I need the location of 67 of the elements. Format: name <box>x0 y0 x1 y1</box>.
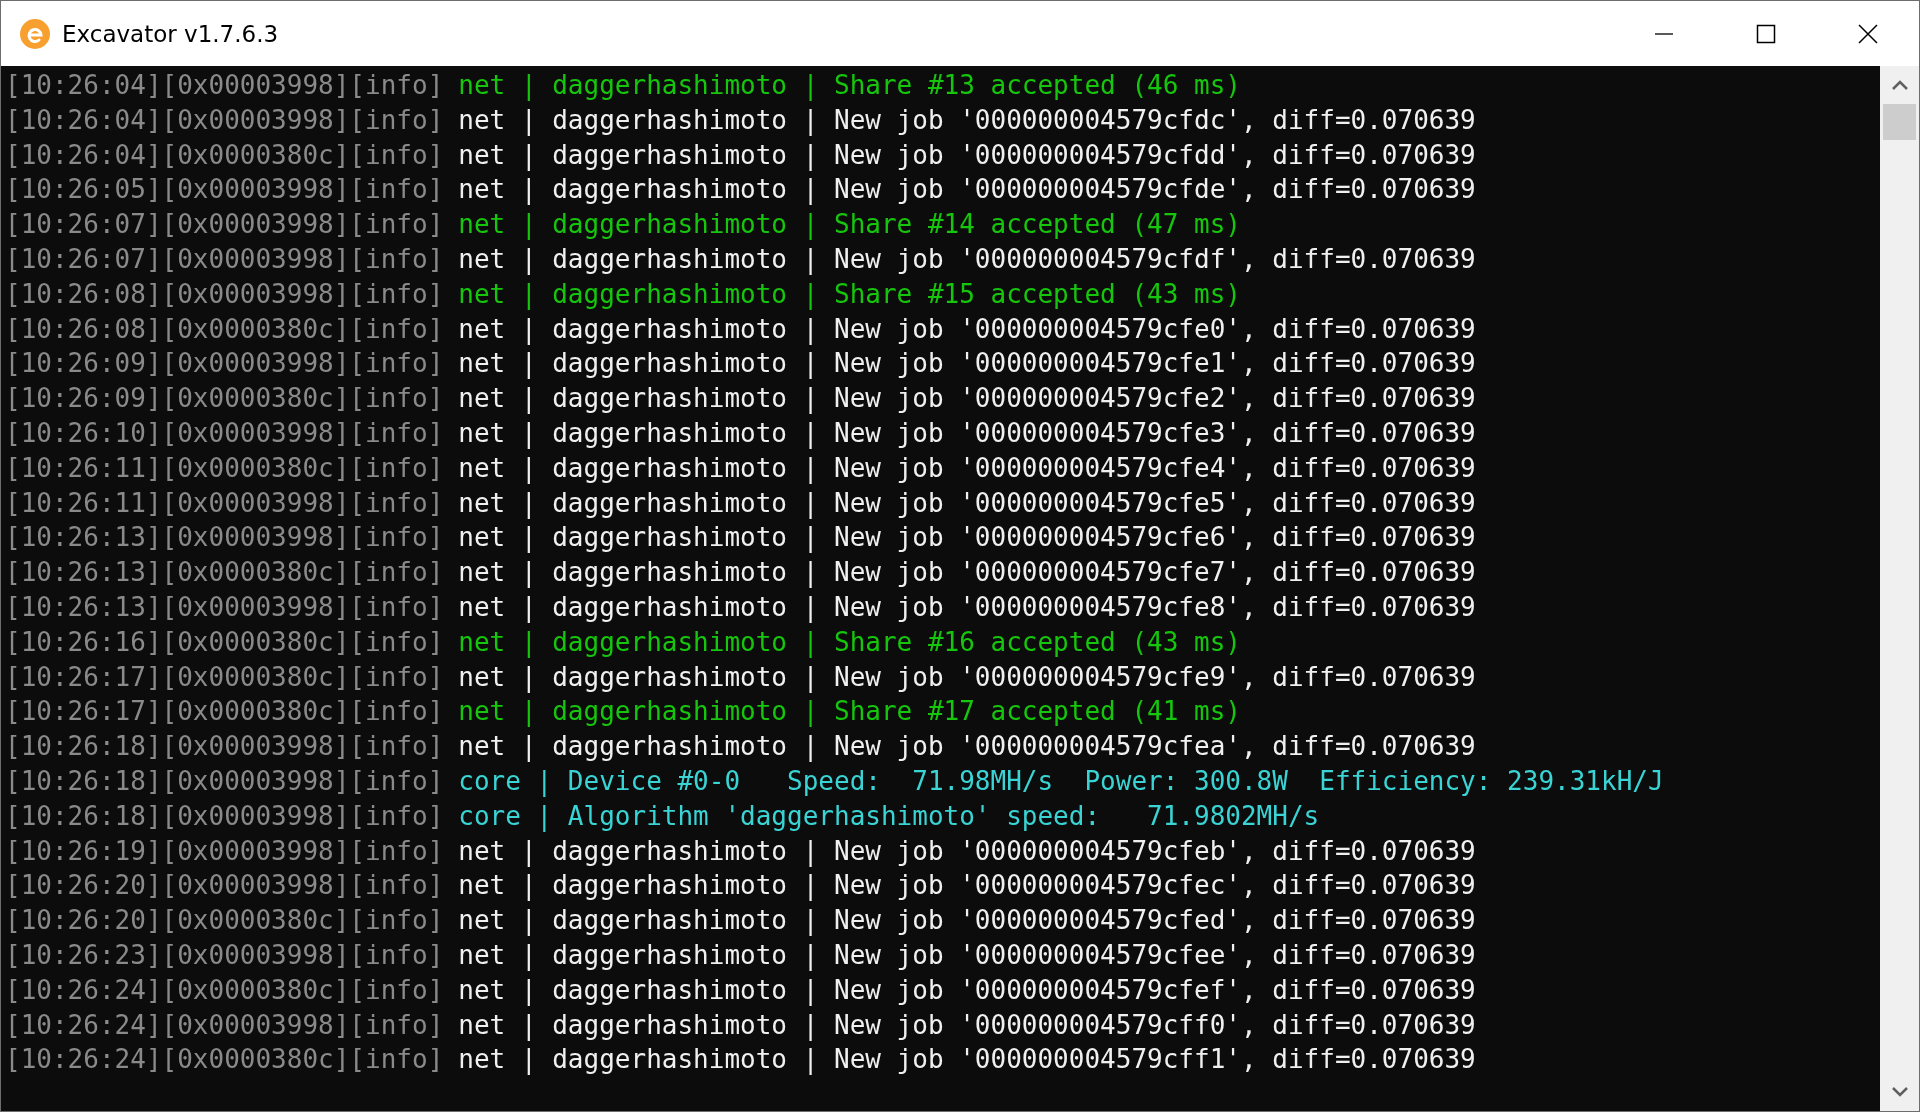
log-prefix: [10:26:13][0x0000380c][info] <box>5 556 444 590</box>
log-message: net | daggerhashimoto | New job '000000004579cfed', diff=0.070639 <box>458 904 1476 938</box>
log-prefix: [10:26:11][0x0000380c][info] <box>5 451 444 485</box>
log-prefix: [10:26:18][0x00003998][info] <box>5 764 444 798</box>
log-message: net | daggerhashimoto | New job '000000004579cfec', diff=0.070639 <box>458 869 1476 903</box>
log-prefix: [10:26:04][0x00003998][info] <box>5 69 444 102</box>
log-message: net | daggerhashimoto | Share #13 accepted (46 ms) <box>458 69 1241 103</box>
scroll-down-icon[interactable] <box>1891 1087 1908 1097</box>
log-prefix: [10:26:24][0x00003998][info] <box>5 1008 444 1042</box>
log-prefix: [10:26:13][0x00003998][info] <box>5 521 444 555</box>
log-prefix: [10:26:24][0x0000380c][info] <box>5 973 444 1007</box>
log-prefix: [10:26:18][0x00003998][info] <box>5 799 444 833</box>
log-prefix: [10:26:13][0x00003998][info] <box>5 590 444 624</box>
log-message: net | daggerhashimoto | New job '000000004579cfe1', diff=0.070639 <box>458 347 1476 381</box>
close-icon <box>1858 23 1878 44</box>
log-prefix: [10:26:10][0x00003998][info] <box>5 416 444 450</box>
log-message: net | daggerhashimoto | New job '000000004579cfe5', diff=0.070639 <box>458 486 1476 521</box>
app-logo-icon <box>19 17 51 50</box>
log-message: net | daggerhashimoto | New job '000000004579cfe9', diff=0.070639 <box>458 660 1476 695</box>
log-message: net | daggerhashimoto | New job '000000004579cff0', diff=0.070639 <box>458 1008 1476 1043</box>
log-prefix: [10:26:23][0x00003998][info] <box>5 938 444 972</box>
log-prefix: [10:26:11][0x00003998][info] <box>5 486 444 520</box>
log-prefix: [10:26:09][0x00003998][info] <box>5 347 444 381</box>
log-message: net | daggerhashimoto | New job '000000004579cfe7', diff=0.070639 <box>458 556 1476 590</box>
log-message: net | daggerhashimoto | New job '000000004579cff1', diff=0.070639 <box>458 1043 1476 1077</box>
log-prefix: [10:26:16][0x0000380c][info] <box>5 625 444 659</box>
log-prefix: [10:26:20][0x0000380c][info] <box>5 904 444 938</box>
window-title: Excavator v1.7.6.3 <box>62 20 279 47</box>
log-message: net | daggerhashimoto | New job '000000004579cfe8', diff=0.070639 <box>458 590 1476 625</box>
log-message: net | daggerhashimoto | Share #17 accepted (41 ms) <box>458 695 1241 729</box>
log-prefix: [10:26:17][0x0000380c][info] <box>5 695 444 729</box>
log-message: net | daggerhashimoto | New job '000000004579cfe2', diff=0.070639 <box>458 382 1476 416</box>
log-prefix: [10:26:24][0x0000380c][info] <box>5 1043 444 1077</box>
log-message: net | daggerhashimoto | Share #15 accepted (43 ms) <box>458 277 1241 312</box>
log-message: net | daggerhashimoto | New job '000000004579cfef', diff=0.070639 <box>458 973 1476 1008</box>
log-message: net | daggerhashimoto | New job '000000004579cfea', diff=0.070639 <box>458 730 1476 764</box>
log-prefix: [10:26:08][0x0000380c][info] <box>5 312 444 346</box>
log-message: net | daggerhashimoto | New job '000000004579cfdd', diff=0.070639 <box>458 138 1476 173</box>
minimize-icon <box>1654 32 1674 35</box>
log-message: core | Device #0-0 Speed: 71.98MH/s Power: 300.8W Efficiency: 239.31kH/J <box>458 764 1664 799</box>
log-message: net | daggerhashimoto | New job '000000004579cfdc', diff=0.070639 <box>458 103 1476 138</box>
log-message: net | daggerhashimoto | New job '000000004579cfee', diff=0.070639 <box>458 938 1476 973</box>
log-prefix: [10:26:04][0x0000380c][info] <box>5 138 444 172</box>
scroll-up-icon[interactable] <box>1891 80 1908 90</box>
log-message: net | daggerhashimoto | New job '000000004579cfe6', diff=0.070639 <box>458 521 1476 555</box>
log-prefix: [10:26:19][0x00003998][info] <box>5 834 444 868</box>
log-prefix: [10:26:09][0x0000380c][info] <box>5 382 444 416</box>
log-message: net | daggerhashimoto | New job '000000004579cfe4', diff=0.070639 <box>458 451 1476 486</box>
log-message: core | Algorithm 'daggerhashimoto' speed: 71.9802MH/s <box>458 799 1320 834</box>
log-message: net | daggerhashimoto | New job '000000004579cfe3', diff=0.070639 <box>458 416 1476 451</box>
scrollbar[interactable] <box>1880 66 1919 1111</box>
log-message: net | daggerhashimoto | New job '000000004579cfdf', diff=0.070639 <box>458 243 1476 277</box>
log-prefix: [10:26:04][0x00003998][info] <box>5 103 444 137</box>
log-prefix: [10:26:07][0x00003998][info] <box>5 208 444 242</box>
log-prefix: [10:26:20][0x00003998][info] <box>5 869 444 903</box>
log-message: net | daggerhashimoto | New job '000000004579cfde', diff=0.070639 <box>458 173 1476 207</box>
log-message: net | daggerhashimoto | Share #16 accepted (43 ms) <box>458 625 1241 660</box>
maximize-icon <box>1756 23 1776 44</box>
log-prefix: [10:26:05][0x00003998][info] <box>5 173 444 207</box>
log-message: net | daggerhashimoto | Share #14 accepted (47 ms) <box>458 208 1241 242</box>
log-prefix: [10:26:18][0x00003998][info] <box>5 730 444 764</box>
scroll-thumb[interactable] <box>1883 104 1916 140</box>
log-message: net | daggerhashimoto | New job '000000004579cfe0', diff=0.070639 <box>458 312 1476 347</box>
log-message: net | daggerhashimoto | New job '000000004579cfeb', diff=0.070639 <box>458 834 1476 869</box>
log-prefix: [10:26:08][0x00003998][info] <box>5 277 444 311</box>
log-prefix: [10:26:17][0x0000380c][info] <box>5 660 444 694</box>
log-prefix: [10:26:07][0x00003998][info] <box>5 243 444 276</box>
